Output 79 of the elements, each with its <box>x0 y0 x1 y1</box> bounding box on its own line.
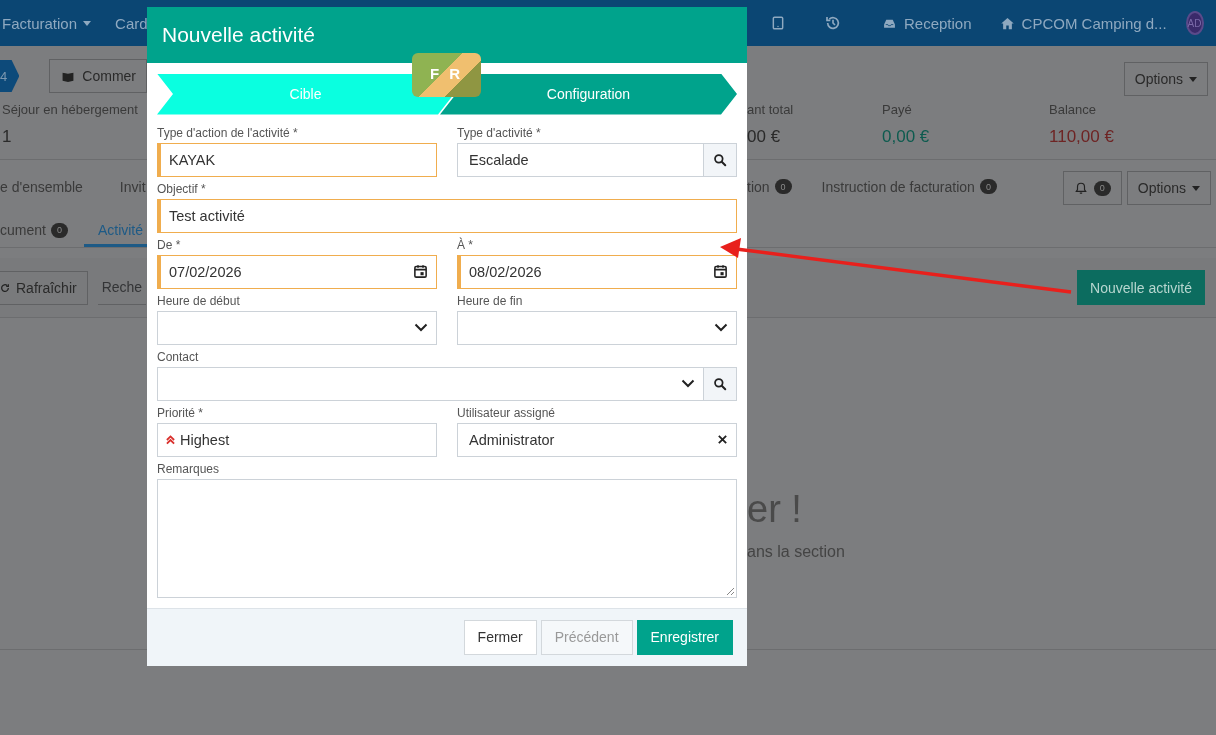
tab[interactable]: Instruction de facturation 0 <box>821 160 1027 216</box>
field-label: À * <box>457 237 474 252</box>
field-label: Priorité * <box>157 405 204 420</box>
select-field[interactable] <box>457 310 737 345</box>
history-icon <box>825 15 841 31</box>
chevron-down-icon <box>714 323 728 333</box>
field-label: De * <box>157 237 182 252</box>
summary-value: 00 € <box>747 127 782 147</box>
text-field[interactable]: Test activité <box>157 198 737 233</box>
tab[interactable]: e d'ensemble <box>0 160 83 216</box>
nav-link[interactable]: CPCOM Camping d... <box>998 14 1167 32</box>
caret-icon <box>1192 185 1200 191</box>
field-label: Remarques <box>157 461 221 476</box>
modal-title: Nouvelle activité <box>162 22 315 47</box>
chevron-down-icon <box>414 323 428 333</box>
summary-value: 1 <box>2 127 12 147</box>
select-field[interactable] <box>157 310 437 345</box>
field-value: Highest <box>180 431 230 448</box>
search-icon <box>713 376 727 391</box>
tab[interactable]: Invit <box>119 160 146 216</box>
field-label: Objectif * <box>157 181 207 196</box>
select-field[interactable] <box>157 366 737 401</box>
summary-label: ant total <box>747 102 795 117</box>
date-field[interactable]: 08/02/2026 <box>457 254 737 289</box>
search-field[interactable]: Reche <box>97 270 146 305</box>
count-badge: 0 <box>50 222 68 238</box>
home-icon <box>998 15 1016 31</box>
nav-icon-button[interactable] <box>771 15 785 31</box>
field-label: Heure de début <box>157 293 241 308</box>
refresh-button[interactable]: Rafraîchir <box>0 270 88 305</box>
summary-label: Balance <box>1049 102 1097 117</box>
chevron-down-icon <box>681 379 695 389</box>
tab[interactable]: tion 0 <box>747 160 822 216</box>
language-badge: F R <box>412 53 481 97</box>
search-icon <box>713 152 727 167</box>
nav-icon-button[interactable] <box>825 15 841 31</box>
search-button[interactable] <box>703 143 736 176</box>
user-avatar[interactable]: AD <box>1185 11 1204 35</box>
notifications-button[interactable]: 0 <box>1062 171 1122 205</box>
search-field[interactable]: Escalade <box>457 142 737 177</box>
calendar-icon <box>413 264 428 280</box>
field-label: Type d'action de l'activité * <box>157 125 299 140</box>
calendar-icon <box>713 264 728 280</box>
field-label: Type d'activité * <box>457 125 542 140</box>
count-badge: 0 <box>979 179 997 194</box>
empty-state-text: ans la section <box>747 543 845 561</box>
field-label: Contact <box>157 349 200 364</box>
new-activity-button[interactable]: Nouvelle activité <box>1077 270 1205 305</box>
caret-icon <box>1189 76 1197 82</box>
comment-button[interactable]: Commer <box>49 59 147 93</box>
summary-label: Payé <box>882 102 913 117</box>
options-button[interactable]: Options <box>1123 62 1208 96</box>
search-button[interactable] <box>703 367 736 400</box>
count-badge: 0 <box>1093 180 1111 196</box>
resize-handle-icon <box>726 586 734 595</box>
step-number: 4 <box>0 68 8 84</box>
summary-value: 0,00 € <box>882 127 931 147</box>
textarea-field[interactable] <box>157 478 737 598</box>
field-label: Heure de fin <box>457 293 524 308</box>
close-icon <box>717 434 728 446</box>
text-field[interactable]: KAYAK <box>157 142 437 177</box>
field-label: Utilisateur assigné <box>457 405 557 420</box>
count-badge: 0 <box>774 179 792 194</box>
select-field[interactable]: Highest <box>157 422 437 457</box>
caret-icon <box>83 20 92 26</box>
nav-menu[interactable]: Card <box>115 14 148 32</box>
date-field[interactable]: 07/02/2026 <box>157 254 437 289</box>
options-button[interactable]: Options <box>1126 171 1211 205</box>
save-button[interactable]: Enregistrer <box>636 619 733 655</box>
bell-icon <box>1073 180 1088 196</box>
select-field[interactable]: Administrator <box>457 422 737 457</box>
summary-label: Séjour en hébergement <box>2 102 138 117</box>
tablet-icon <box>771 15 785 31</box>
tab[interactable]: cument 0 <box>0 216 68 247</box>
nav-menu[interactable]: Facturation <box>2 14 92 32</box>
summary-value: 110,00 € <box>1049 127 1115 147</box>
double-chevron-up-icon <box>166 434 175 445</box>
nav-link[interactable]: Reception <box>881 14 972 32</box>
dialog-button[interactable]: Fermer <box>463 619 537 655</box>
